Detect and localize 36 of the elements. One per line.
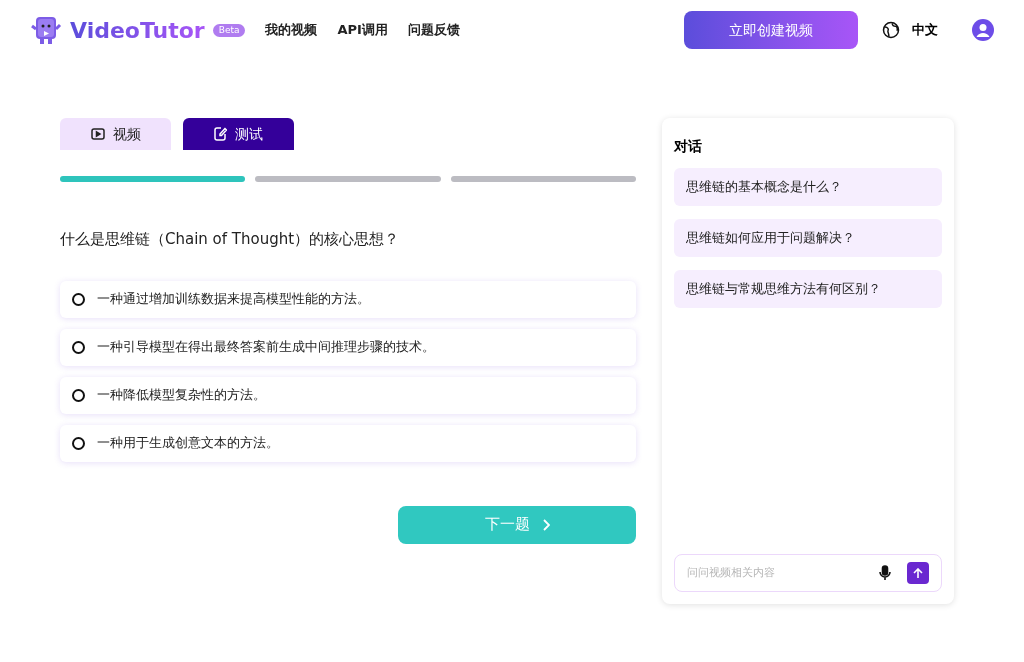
arrow-up-icon: [913, 567, 923, 579]
language-label[interactable]: 中文: [912, 20, 938, 40]
radio-button[interactable]: [72, 292, 85, 306]
radio-button[interactable]: [72, 436, 85, 450]
tab[interactable]: 视频: [60, 118, 171, 150]
answer-option[interactable]: 一种用于生成创意文本的方法。: [60, 424, 636, 462]
question-text: 什么是思维链（Chain of Thought）的核心思想？: [60, 229, 401, 250]
chat-title: 对话: [674, 137, 703, 156]
microphone-icon[interactable]: [879, 565, 891, 581]
answer-option[interactable]: 一种引导模型在得出最终答案前生成中间推理步骤的技术。: [60, 328, 636, 366]
play-icon: [90, 128, 105, 140]
suggested-question[interactable]: 思维链的基本概念是什么？: [674, 168, 942, 206]
user-avatar-icon[interactable]: [972, 19, 994, 41]
chat-input-field[interactable]: 问问视频相关内容: [674, 554, 942, 592]
nav-link[interactable]: API调用: [337, 20, 388, 40]
nav-link[interactable]: 我的视频: [265, 20, 318, 40]
radio-button[interactable]: [72, 340, 85, 354]
edit-note-icon: [214, 127, 227, 141]
globe-icon[interactable]: [882, 21, 900, 39]
robot-book-logo-icon: [30, 15, 62, 45]
beta-badge: Beta: [212, 23, 246, 37]
send-button[interactable]: [907, 562, 929, 584]
option-label: 一种引导模型在得出最终答案前生成中间推理步骤的技术。: [97, 337, 435, 356]
answer-option[interactable]: 一种通过增加训练数据来提高模型性能的方法。: [60, 280, 636, 318]
chevron-right-icon: [541, 518, 550, 531]
radio-button[interactable]: [72, 388, 85, 402]
suggested-question[interactable]: 思维链与常规思维方法有何区别？: [674, 270, 942, 308]
answer-option[interactable]: 一种降低模型复杂性的方法。: [60, 376, 636, 414]
create-video-button[interactable]: 立即创建视频: [684, 11, 858, 49]
option-label: 一种用于生成创意文本的方法。: [97, 433, 279, 452]
suggested-question[interactable]: 思维链如何应用于问题解决？: [674, 219, 942, 257]
option-label: 一种通过增加训练数据来提高模型性能的方法。: [97, 289, 370, 308]
nav-link[interactable]: 问题反馈: [407, 20, 460, 40]
tab[interactable]: 测试: [183, 118, 294, 150]
chat-input[interactable]: 问问视频相关内容: [687, 564, 879, 582]
option-label: 一种降低模型复杂性的方法。: [97, 385, 266, 404]
